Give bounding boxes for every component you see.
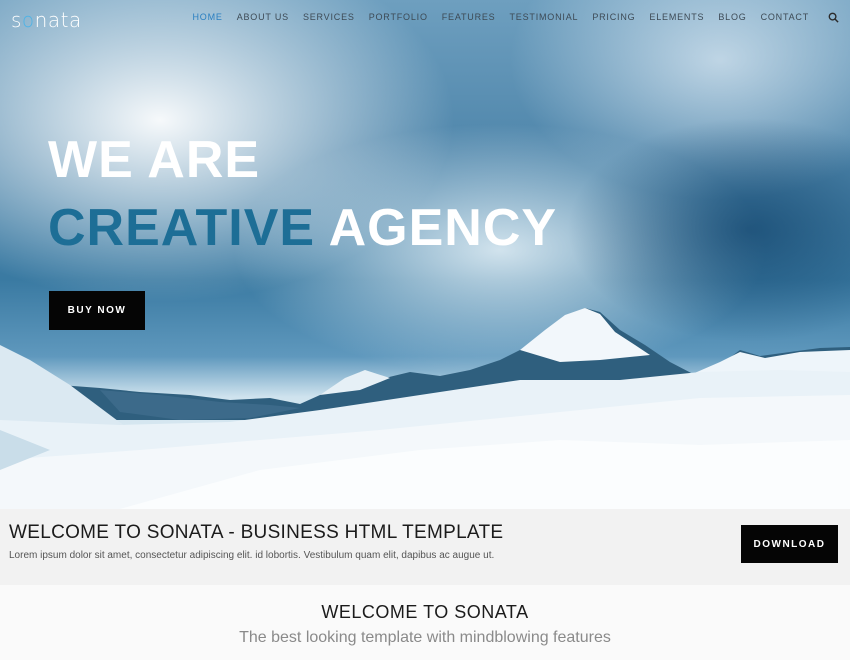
top-navigation: sonata HOME ABOUT US SERVICES PORTFOLIO …: [0, 0, 850, 36]
intro-section: WELCOME TO SONATA The best looking templ…: [0, 585, 850, 660]
nav-item-home[interactable]: HOME: [185, 12, 229, 22]
download-button[interactable]: DOWNLOAD: [741, 525, 838, 563]
nav-item-features[interactable]: FEATURES: [435, 12, 503, 22]
nav-item-portfolio[interactable]: PORTFOLIO: [362, 12, 435, 22]
hero-headline-line2: CREATIVE AGENCY: [48, 198, 557, 258]
nav-item-pricing[interactable]: PRICING: [585, 12, 642, 22]
welcome-bar-text: Lorem ipsum dolor sit amet, consectetur …: [9, 550, 495, 561]
intro-title: WELCOME TO SONATA: [321, 602, 529, 622]
nav-item-testimonial[interactable]: TESTIMONIAL: [503, 12, 586, 22]
logo-text-start: s: [11, 8, 22, 32]
nav-menu: HOME ABOUT US SERVICES PORTFOLIO FEATURE…: [185, 12, 816, 22]
hero-headline-line1: WE ARE: [48, 131, 261, 189]
nav-item-blog[interactable]: BLOG: [711, 12, 753, 22]
buy-now-button[interactable]: BUY NOW: [49, 291, 145, 330]
logo-text-end: nata: [34, 8, 82, 32]
nav-item-contact[interactable]: CONTACT: [754, 12, 816, 22]
welcome-bar-title: WELCOME TO SONATA - BUSINESS HTML TEMPLA…: [9, 522, 504, 543]
search-icon[interactable]: [828, 12, 839, 23]
welcome-bar: WELCOME TO SONATA - BUSINESS HTML TEMPLA…: [0, 509, 850, 585]
nav-item-about-us[interactable]: ABOUT US: [230, 12, 296, 22]
intro-subtitle: The best looking template with mindblowi…: [239, 629, 611, 646]
nav-item-elements[interactable]: ELEMENTS: [642, 12, 711, 22]
hero-headline-light: AGENCY: [315, 199, 558, 257]
nav-item-services[interactable]: SERVICES: [296, 12, 362, 22]
logo-text-o: o: [21, 8, 35, 32]
hero-headline-accent: CREATIVE: [48, 199, 316, 257]
logo[interactable]: sonata: [11, 8, 82, 32]
